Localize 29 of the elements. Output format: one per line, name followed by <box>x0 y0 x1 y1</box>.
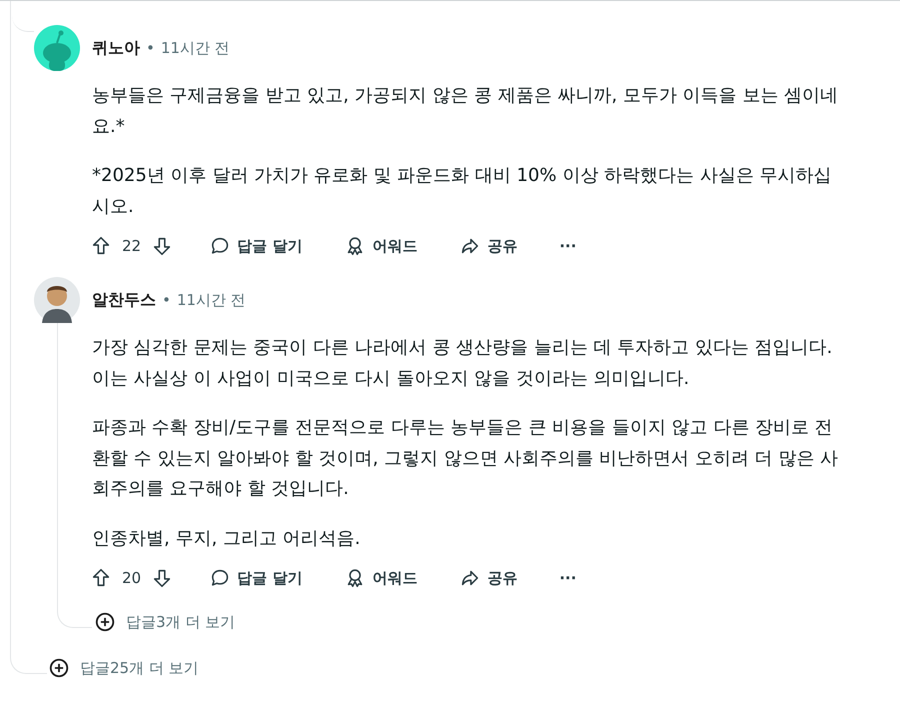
more-replies-link[interactable]: 답글25개 더 보기 <box>80 658 199 678</box>
reply-button[interactable]: 답글 달기 <box>199 229 312 263</box>
plus-circle-icon <box>48 657 70 679</box>
vote-count: 20 <box>122 569 142 587</box>
username[interactable]: 퀴노아 <box>92 38 140 58</box>
more-replies-link[interactable]: 답글3개 더 보기 <box>126 612 236 632</box>
more-options-button[interactable]: ··· <box>549 231 586 261</box>
reply-button[interactable]: 답글 달기 <box>199 561 312 595</box>
separator-dot: • <box>146 39 155 57</box>
timestamp: 11시간 전 <box>176 290 246 310</box>
award-button[interactable]: 어워드 <box>334 229 428 263</box>
plus-circle-icon <box>94 611 116 633</box>
comment-text: 농부들은 구제금융을 받고 있고, 가공되지 않은 콩 제품은 싸니까, 모두가 이득을 보는 셈이네요.* <box>92 84 840 138</box>
comment-text: 파종과 수확 장비/도구를 전문적으로 다루는 농부들은 큰 비용을 들이지 않고 다른 장비로 전환할 수 있는지 알아봐야 할 것이며, 그렇지 않으면 사회주의를 비난하면서 오히려 더 많은 사회주의를 요구해야 할 것입니다. <box>92 416 840 501</box>
separator-dot: • <box>162 291 171 309</box>
share-button[interactable]: 공유 <box>449 561 528 595</box>
comment-text: 가장 심각한 문제는 중국이 다른 나라에서 콩 생산량을 늘리는 데 투자하고 있다는 점입니다. 이는 사실상 이 사업이 미국으로 다시 돌아오지 않을 것이라는 의미입니다. <box>92 336 834 390</box>
vote-count: 22 <box>122 237 142 255</box>
comment-text: 인종차별, 무지, 그리고 어리석음. <box>92 526 362 550</box>
upvote-icon <box>90 235 112 257</box>
timestamp: 11시간 전 <box>160 38 230 58</box>
upvote-icon <box>90 567 112 589</box>
comment-text: *2025년 이후 달러 가치가 유로화 및 파운드화 대비 10% 이상 하락했다는 사실은 무시하십시오. <box>92 164 832 218</box>
avatar-icon <box>34 25 80 71</box>
share-button[interactable]: 공유 <box>449 229 528 263</box>
award-button[interactable]: 어워드 <box>334 561 428 595</box>
avatar-icon <box>34 277 80 323</box>
more-options-button[interactable]: ··· <box>549 563 586 593</box>
username[interactable]: 알찬두스 <box>92 290 156 310</box>
